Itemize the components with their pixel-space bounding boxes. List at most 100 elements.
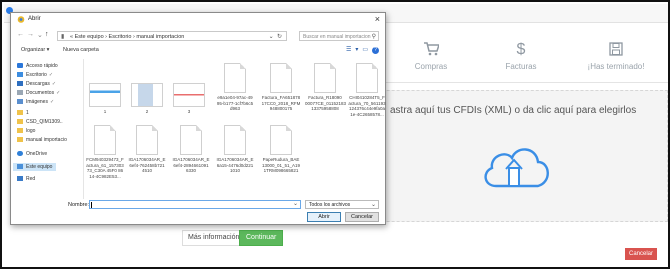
star-icon <box>17 63 23 68</box>
filename-input[interactable]: ⌄ <box>89 200 301 209</box>
folder-icon <box>17 137 23 142</box>
search-icon: ⚲ <box>371 34 376 40</box>
command-bar: Organizar ▾ Nueva carpeta ☰▾▭? <box>11 45 385 57</box>
chevron-down-icon[interactable]: ⌄ <box>293 200 298 207</box>
navigation-pane: Acceso rápido Escritorio ✓ Descargas ✓ Doc… <box>11 59 84 199</box>
more-info-button[interactable]: Más información <box>182 230 246 246</box>
preview-pane-icon[interactable]: ▭ <box>362 47 372 53</box>
nav-compras[interactable]: Compras <box>386 42 476 71</box>
sidebar-item-documents[interactable]: Documentos ✓ <box>17 90 60 96</box>
cloud-icon <box>17 151 23 156</box>
file-item[interactable]: 2 <box>127 83 167 115</box>
dialog-titlebar: Abrir × <box>11 13 385 27</box>
address-row: ← → ⌄ ↑ ▮ « Este equipo › Escritorio › m… <box>11 29 385 43</box>
breadcrumb: « Este equipo › Escritorio › manual impo… <box>70 34 185 40</box>
sidebar-item-quick-access[interactable]: Acceso rápido <box>17 63 58 69</box>
search-input[interactable]: Buscar en manual importacion ⚲ <box>299 31 379 41</box>
back-arrow-icon[interactable]: ← <box>17 31 24 38</box>
folder-icon <box>17 128 23 133</box>
nav-label: Facturas <box>505 62 537 71</box>
desktop-icon <box>17 72 23 77</box>
refresh-icon[interactable]: ⌄ ↻ <box>269 32 282 42</box>
nav-terminado[interactable]: ¡Has terminado! <box>571 42 661 71</box>
pin-icon: ✓ <box>51 81 57 87</box>
dollar-icon: $ <box>516 41 526 58</box>
save-icon <box>571 42 661 58</box>
document-icon <box>270 125 292 155</box>
download-icon <box>17 81 23 86</box>
file-item[interactable]: 1 <box>85 83 125 115</box>
sidebar-item-manual[interactable]: manual importacio <box>17 137 67 143</box>
pin-icon: ✓ <box>56 90 61 96</box>
cloud-upload-icon[interactable] <box>478 138 554 203</box>
new-folder-button[interactable]: Nueva carpeta <box>63 47 99 53</box>
forward-arrow-icon[interactable]: → <box>27 31 34 38</box>
file-item[interactable]: PapeRudura_BAE 13000_01_51_A19 1TRM09866… <box>261 125 301 174</box>
recent-chevron-icon[interactable]: ⌄ <box>37 31 43 39</box>
image-thumbnail <box>173 83 205 107</box>
file-item[interactable]: Factura_FA651878 17CC0_2018_RFM 94880017… <box>261 63 301 112</box>
file-item[interactable]: IGA1706034AR_E 6ef4-2894661091 6330 <box>171 125 211 174</box>
nav-label: Compras <box>414 62 448 71</box>
documents-icon <box>17 90 23 95</box>
document-icon <box>270 63 292 93</box>
sidebar-item-downloads[interactable]: Descargas ✓ <box>17 81 56 87</box>
image-thumbnail <box>89 83 121 107</box>
document-icon <box>356 63 378 93</box>
open-button[interactable]: Abrir <box>307 212 341 222</box>
address-bar[interactable]: ▮ « Este equipo › Escritorio › manual im… <box>57 31 287 41</box>
up-arrow-icon[interactable]: ↑ <box>45 31 49 38</box>
document-icon <box>224 125 246 155</box>
dialog-footer: Nombre: ⌄ Todos los archivos ⌄ Abrir Can… <box>11 199 385 224</box>
document-icon <box>136 125 158 155</box>
file-item[interactable]: IGA1706034AR_E 6ef4-762458b721 4510 <box>127 125 167 174</box>
sidebar-item-network[interactable]: Red <box>17 176 35 182</box>
organize-button[interactable]: Organizar ▾ <box>21 47 49 53</box>
file-item[interactable]: IGA1706034AR_E 6a15-4476d0d221 1010 <box>215 125 255 174</box>
sidebar-item-onedrive[interactable]: OneDrive <box>17 151 47 157</box>
dialog-title: Abrir <box>28 16 41 22</box>
file-list: 1 2 3 e9a1e04-97ac-49 95-b177-1cf7b6c5 d… <box>85 59 386 199</box>
file-item[interactable]: 3 <box>169 83 209 115</box>
search-placeholder: Buscar en manual importacion <box>303 34 371 40</box>
document-icon <box>314 63 336 93</box>
document-icon <box>224 63 246 93</box>
file-item[interactable]: Factura_R18090 00077CE_01152183 13375958… <box>305 63 346 112</box>
sidebar-item-logo[interactable]: logo <box>17 128 35 134</box>
help-icon[interactable]: ? <box>372 47 379 54</box>
sidebar-item-this-pc[interactable]: Este equipo <box>13 163 57 171</box>
document-icon <box>180 125 202 155</box>
document-icon <box>94 125 116 155</box>
file-item[interactable]: FCM940329473_F actura_61_157303 73_C30A … <box>85 125 125 179</box>
file-type-select[interactable]: Todos los archivos ⌄ <box>305 200 379 209</box>
file-item[interactable]: e9a1e04-97ac-49 95-b177-1cf7b6c5 d963 <box>215 63 255 112</box>
folder-icon <box>17 110 23 115</box>
sidebar-item-csd[interactable]: CSD_QIM1309.. <box>17 119 63 125</box>
sidebar-item-folder-1[interactable]: 1 <box>17 110 29 116</box>
folder-icon <box>17 119 23 124</box>
sidebar-item-desktop[interactable]: Escritorio ✓ <box>17 72 53 78</box>
open-file-dialog: Abrir × ← → ⌄ ↑ ▮ « Este equipo › Escrit… <box>10 12 386 225</box>
image-thumbnail <box>131 83 163 107</box>
chrome-icon <box>17 16 25 23</box>
cancel-button[interactable]: Cancelar <box>625 248 658 260</box>
chevron-down-icon: ⌄ <box>370 202 376 208</box>
view-mode-icon[interactable]: ☰▾ <box>346 47 362 53</box>
computer-icon <box>17 164 23 169</box>
nav-facturas[interactable]: $ Facturas <box>476 41 566 72</box>
nav-label: ¡Has terminado! <box>587 62 645 71</box>
continue-button[interactable]: Continuar <box>239 230 284 246</box>
cart-icon <box>386 42 476 58</box>
pictures-icon <box>17 99 23 104</box>
sidebar-item-pictures[interactable]: Imágenes ✓ <box>17 99 54 105</box>
network-icon <box>17 176 23 181</box>
dialog-cancel-button[interactable]: Cancelar <box>345 212 379 222</box>
filename-label: Nombre: <box>68 202 90 208</box>
folder-small-icon: ▮ <box>61 34 65 40</box>
text-caret <box>91 202 92 208</box>
view-options: ☰▾▭? <box>346 46 379 54</box>
file-item[interactable]: CHI0410284T5_F actura_70_561193 124376c4… <box>347 63 387 117</box>
dropzone-text: astra aquí tus CFDIs (XML) o da clic aqu… <box>390 105 637 116</box>
pin-icon: ✓ <box>49 99 55 105</box>
close-icon[interactable]: × <box>375 14 380 24</box>
